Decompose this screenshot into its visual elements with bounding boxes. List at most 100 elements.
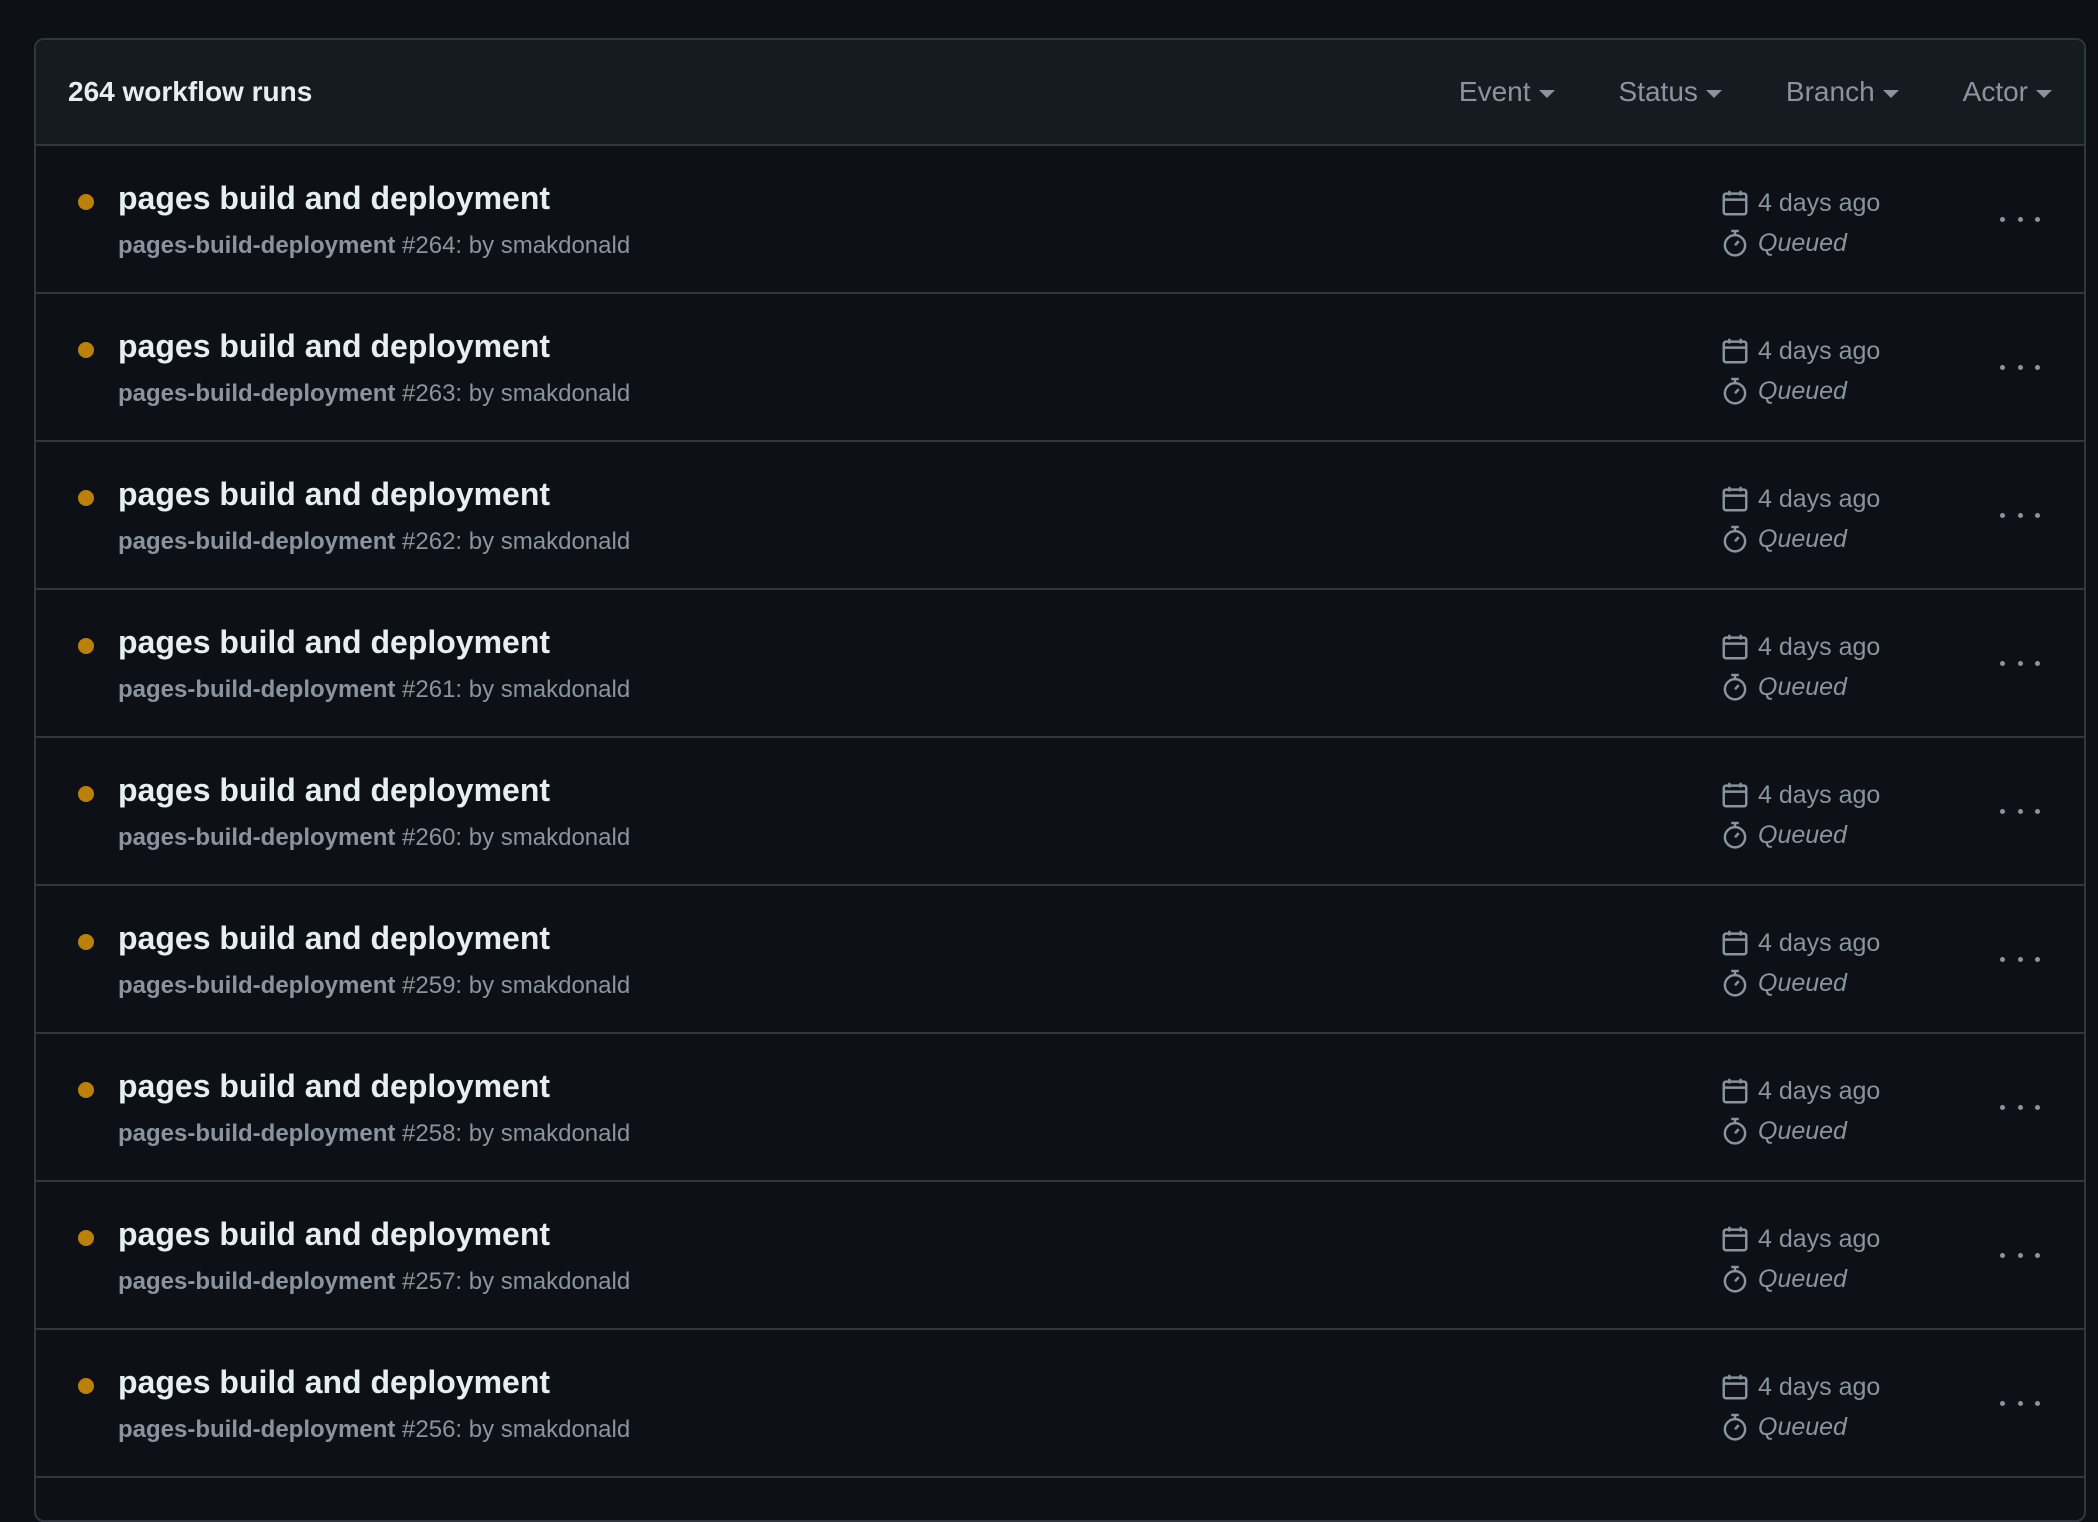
dot	[2000, 216, 2005, 222]
dot	[2035, 1252, 2040, 1258]
run-time-ago: 4 days ago	[1758, 632, 1881, 661]
stopwatch-icon	[1723, 673, 1747, 701]
run-time-info: 4 days ago Queued	[1720, 186, 1880, 260]
workflow-name: pages-build-deployment	[118, 824, 396, 851]
kebab-menu-icon[interactable]	[2000, 1240, 2040, 1270]
kebab-menu-icon[interactable]	[2000, 1388, 2040, 1418]
workflow-name: pages-build-deployment	[118, 676, 396, 703]
run-detail: #261: by smakdonald	[395, 676, 631, 703]
kebab-menu-icon[interactable]	[2000, 1092, 2040, 1122]
runs-header: 264 workflow runs Event Status Branch Ac…	[36, 40, 2084, 146]
dot	[2000, 1252, 2005, 1258]
queued-status-icon	[78, 1082, 94, 1098]
run-duration: Queued	[1720, 1114, 1880, 1148]
workflow-name: pages-build-deployment	[118, 972, 396, 999]
stopwatch-icon	[1723, 377, 1747, 405]
kebab-menu-icon[interactable]	[2000, 500, 2040, 530]
run-time-ago: 4 days ago	[1758, 188, 1881, 217]
calendar-icon	[1722, 634, 1748, 660]
kebab-menu-icon[interactable]	[2000, 796, 2040, 826]
dot	[2000, 512, 2005, 518]
run-title-link[interactable]: pages build and deployment	[118, 920, 550, 957]
run-title-link[interactable]: pages build and deployment	[118, 624, 550, 661]
run-date: 4 days ago	[1720, 186, 1880, 220]
run-title-link[interactable]: pages build and deployment	[118, 1364, 550, 1401]
dot	[2000, 1400, 2005, 1406]
run-meta: pages-build-deployment #256: by smakdona…	[118, 1416, 630, 1444]
queued-status-icon	[78, 786, 94, 802]
dot	[2017, 1104, 2023, 1110]
filter-actor[interactable]: Actor	[1963, 76, 2052, 108]
queued-status-icon	[78, 638, 94, 654]
kebab-menu-icon[interactable]	[2000, 352, 2040, 382]
queued-status-icon	[78, 1230, 94, 1246]
workflow-name: pages-build-deployment	[118, 1268, 396, 1295]
queued-status-icon	[78, 934, 94, 950]
dot	[2035, 512, 2040, 518]
calendar-icon	[1722, 486, 1748, 512]
dot	[2035, 1104, 2040, 1110]
kebab-menu-icon[interactable]	[2000, 204, 2040, 234]
workflow-runs-panel: 264 workflow runs Event Status Branch Ac…	[34, 38, 2086, 1522]
run-duration: Queued	[1720, 374, 1880, 408]
table-row: pages build and deployment pages-build-d…	[36, 1330, 2084, 1478]
run-detail: #259: by smakdonald	[395, 972, 631, 999]
run-date: 4 days ago	[1720, 630, 1880, 664]
run-duration: Queued	[1720, 522, 1880, 556]
run-duration: Queued	[1720, 226, 1880, 260]
run-date: 4 days ago	[1720, 1222, 1880, 1256]
run-count: 264 workflow runs	[68, 76, 313, 107]
table-row: pages build and deployment pages-build-d…	[36, 590, 2084, 738]
run-time-ago: 4 days ago	[1758, 1372, 1881, 1401]
dot	[2000, 956, 2005, 962]
run-date: 4 days ago	[1720, 778, 1880, 812]
dot	[2017, 956, 2023, 962]
run-meta: pages-build-deployment #263: by smakdona…	[118, 380, 630, 408]
run-status-text: Queued	[1758, 1264, 1847, 1293]
run-status-text: Queued	[1758, 820, 1847, 849]
dot	[2017, 1252, 2023, 1258]
table-row: pages build and deployment pages-build-d…	[36, 886, 2084, 1034]
dot	[2000, 660, 2005, 666]
run-title-link[interactable]: pages build and deployment	[118, 772, 550, 809]
calendar-icon	[1722, 782, 1748, 808]
run-duration: Queued	[1720, 1262, 1880, 1296]
caret-down-icon	[2036, 90, 2052, 98]
run-time-ago: 4 days ago	[1758, 780, 1881, 809]
run-meta: pages-build-deployment #264: by smakdona…	[118, 232, 630, 260]
run-title-link[interactable]: pages build and deployment	[118, 180, 550, 217]
run-detail: #262: by smakdonald	[395, 528, 631, 555]
run-date: 4 days ago	[1720, 1074, 1880, 1108]
run-title-link[interactable]: pages build and deployment	[118, 1068, 550, 1105]
workflow-name: pages-build-deployment	[118, 380, 396, 407]
dot	[2035, 364, 2040, 370]
filter-status[interactable]: Status	[1619, 76, 1722, 108]
calendar-icon	[1722, 1226, 1748, 1252]
kebab-menu-icon[interactable]	[2000, 648, 2040, 678]
run-title-link[interactable]: pages build and deployment	[118, 328, 550, 365]
run-title-link[interactable]: pages build and deployment	[118, 476, 550, 513]
run-time-ago: 4 days ago	[1758, 928, 1881, 957]
run-time-info: 4 days ago Queued	[1720, 482, 1880, 556]
run-time-ago: 4 days ago	[1758, 1224, 1881, 1253]
dot	[2000, 364, 2005, 370]
run-status-text: Queued	[1758, 1116, 1847, 1145]
run-detail: #258: by smakdonald	[395, 1120, 631, 1147]
caret-down-icon	[1538, 90, 1555, 98]
run-detail: #263: by smakdonald	[395, 380, 631, 407]
dot	[2035, 1400, 2040, 1406]
run-duration: Queued	[1720, 818, 1880, 852]
run-meta: pages-build-deployment #259: by smakdona…	[118, 972, 630, 1000]
run-time-info: 4 days ago Queued	[1720, 334, 1880, 408]
run-time-ago: 4 days ago	[1758, 1076, 1881, 1105]
kebab-menu-icon[interactable]	[2000, 944, 2040, 974]
dot	[2000, 1104, 2005, 1110]
run-time-ago: 4 days ago	[1758, 484, 1881, 513]
run-status-text: Queued	[1758, 376, 1847, 405]
run-title-link[interactable]: pages build and deployment	[118, 1216, 550, 1253]
table-row: pages build and deployment pages-build-d…	[36, 294, 2084, 442]
filter-event[interactable]: Event	[1459, 76, 1555, 108]
run-meta: pages-build-deployment #258: by smakdona…	[118, 1120, 630, 1148]
filter-branch[interactable]: Branch	[1786, 76, 1899, 108]
run-time-info: 4 days ago Queued	[1720, 1222, 1880, 1296]
